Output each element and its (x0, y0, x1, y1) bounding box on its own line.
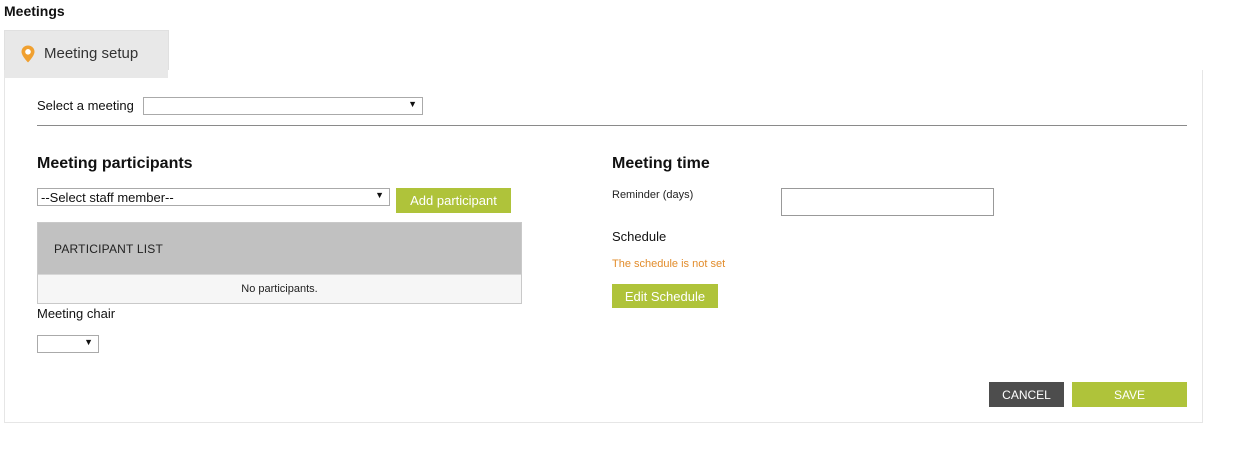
tab-connector (5, 70, 168, 78)
dropdown-arrow-icon: ▼ (375, 190, 384, 200)
edit-schedule-button[interactable]: Edit Schedule (612, 284, 718, 308)
save-button[interactable]: SAVE (1072, 382, 1187, 407)
select-meeting-label: Select a meeting (37, 98, 134, 113)
participant-list-empty: No participants. (38, 274, 521, 303)
cancel-button[interactable]: CANCEL (989, 382, 1064, 407)
participant-list-header: PARTICIPANT LIST (38, 223, 521, 274)
meeting-select[interactable]: ▼ (143, 97, 423, 115)
staff-member-select[interactable]: --Select staff member-- ▼ (37, 188, 390, 206)
divider (37, 125, 1187, 126)
meeting-time-heading: Meeting time (612, 155, 710, 172)
reminder-days-input[interactable] (781, 188, 994, 216)
dropdown-arrow-icon: ▼ (408, 99, 417, 109)
page-title: Meetings (4, 3, 65, 19)
schedule-label: Schedule (612, 229, 667, 244)
meeting-chair-label: Meeting chair (37, 306, 116, 321)
tab-label: Meeting setup (44, 45, 139, 62)
participant-list: PARTICIPANT LIST No participants. (37, 222, 522, 304)
location-pin-icon (21, 45, 35, 63)
staff-member-select-value: --Select staff member-- (41, 189, 174, 205)
schedule-status: The schedule is not set (612, 258, 726, 270)
reminder-days-label: Reminder (days) (612, 189, 694, 201)
meeting-chair-select[interactable]: ▼ (37, 335, 99, 353)
participants-heading: Meeting participants (37, 155, 193, 172)
dropdown-arrow-icon: ▼ (84, 337, 93, 347)
add-participant-button[interactable]: Add participant (396, 188, 511, 213)
